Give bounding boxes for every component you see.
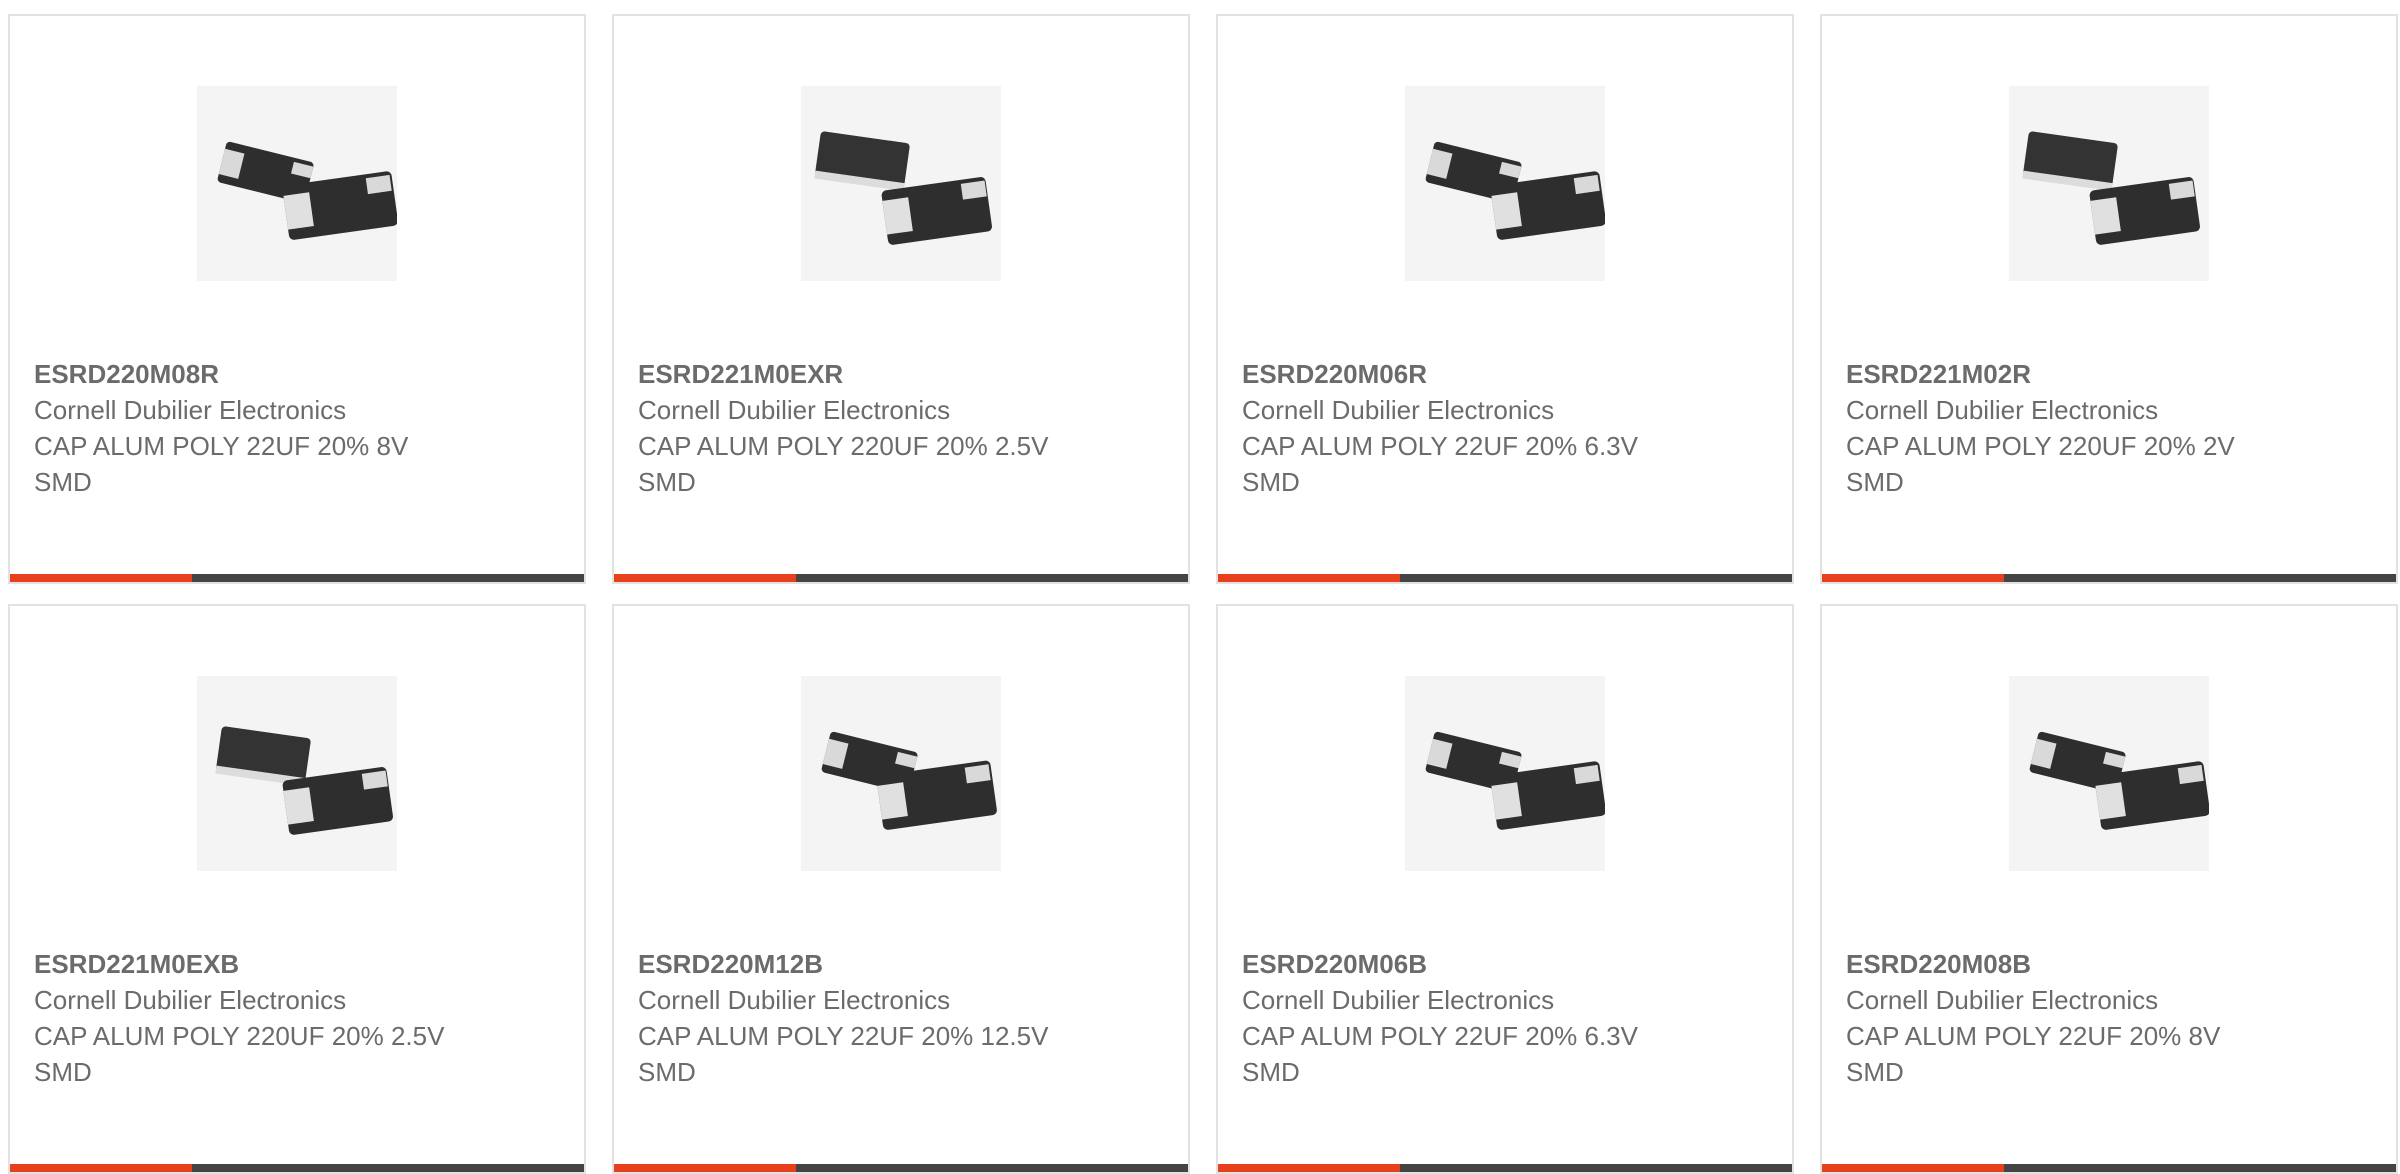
manufacturer: Cornell Dubilier Electronics: [34, 985, 347, 1015]
product-card[interactable]: ESRD221M02R Cornell Dubilier Electronics…: [1820, 14, 2398, 584]
smd-capacitor-pair-icon: [197, 86, 397, 281]
product-image[interactable]: [801, 86, 1001, 281]
card-accent: [614, 574, 796, 582]
smd-capacitor-pair-icon: [801, 676, 1001, 871]
card-accent: [1218, 1164, 1400, 1172]
smd-capacitor-pair-icon: [1405, 86, 1605, 281]
product-description: CAP ALUM POLY 22UF 20% 8V SMD: [1846, 1021, 2221, 1087]
manufacturer: Cornell Dubilier Electronics: [1846, 985, 2159, 1015]
product-description: CAP ALUM POLY 22UF 20% 12.5V SMD: [638, 1021, 1049, 1087]
part-number[interactable]: ESRD221M02R: [1846, 356, 2266, 392]
part-number[interactable]: ESRD220M08R: [34, 356, 454, 392]
product-card[interactable]: ESRD220M08B Cornell Dubilier Electronics…: [1820, 604, 2398, 1174]
part-number[interactable]: ESRD220M06R: [1242, 356, 1662, 392]
card-bottom-bar: [1822, 574, 2396, 582]
card-bottom-bar: [1218, 1164, 1792, 1172]
product-image[interactable]: [197, 676, 397, 871]
card-bottom-bar: [614, 574, 1188, 582]
manufacturer: Cornell Dubilier Electronics: [1242, 985, 1555, 1015]
smd-capacitor-pair-icon: [1405, 676, 1605, 871]
product-image[interactable]: [2009, 676, 2209, 871]
smd-capacitor-pair-icon: [801, 86, 1001, 281]
part-number[interactable]: ESRD220M08B: [1846, 946, 2266, 982]
product-description: CAP ALUM POLY 22UF 20% 6.3V SMD: [1242, 431, 1638, 497]
product-description: CAP ALUM POLY 220UF 20% 2.5V SMD: [34, 1021, 445, 1087]
smd-capacitor-pair-icon: [2009, 86, 2209, 281]
product-description: CAP ALUM POLY 22UF 20% 8V SMD: [34, 431, 409, 497]
manufacturer: Cornell Dubilier Electronics: [638, 395, 951, 425]
product-description: CAP ALUM POLY 22UF 20% 6.3V SMD: [1242, 1021, 1638, 1087]
product-image[interactable]: [197, 86, 397, 281]
card-accent: [10, 1164, 192, 1172]
product-image[interactable]: [1405, 676, 1605, 871]
product-card[interactable]: ESRD220M06B Cornell Dubilier Electronics…: [1216, 604, 1794, 1174]
manufacturer: Cornell Dubilier Electronics: [1242, 395, 1555, 425]
product-card[interactable]: ESRD220M06R Cornell Dubilier Electronics…: [1216, 14, 1794, 584]
card-bottom-bar: [1218, 574, 1792, 582]
manufacturer: Cornell Dubilier Electronics: [1846, 395, 2159, 425]
part-number[interactable]: ESRD220M12B: [638, 946, 1058, 982]
part-number[interactable]: ESRD220M06B: [1242, 946, 1662, 982]
product-description: CAP ALUM POLY 220UF 20% 2.5V SMD: [638, 431, 1049, 497]
card-accent: [10, 574, 192, 582]
product-card[interactable]: ESRD220M08R Cornell Dubilier Electronics…: [8, 14, 586, 584]
card-accent: [1218, 574, 1400, 582]
product-card[interactable]: ESRD221M0EXB Cornell Dubilier Electronic…: [8, 604, 586, 1174]
product-card[interactable]: ESRD221M0EXR Cornell Dubilier Electronic…: [612, 14, 1190, 584]
card-bottom-bar: [10, 1164, 584, 1172]
product-image[interactable]: [2009, 86, 2209, 281]
product-description: CAP ALUM POLY 220UF 20% 2V SMD: [1846, 431, 2235, 497]
card-bottom-bar: [614, 1164, 1188, 1172]
manufacturer: Cornell Dubilier Electronics: [34, 395, 347, 425]
card-accent: [614, 1164, 796, 1172]
smd-capacitor-pair-icon: [2009, 676, 2209, 871]
card-accent: [1822, 1164, 2004, 1172]
part-number[interactable]: ESRD221M0EXR: [638, 356, 1058, 392]
product-image[interactable]: [1405, 86, 1605, 281]
card-accent: [1822, 574, 2004, 582]
card-bottom-bar: [10, 574, 584, 582]
product-image[interactable]: [801, 676, 1001, 871]
manufacturer: Cornell Dubilier Electronics: [638, 985, 951, 1015]
smd-capacitor-pair-icon: [197, 676, 397, 871]
product-card[interactable]: ESRD220M12B Cornell Dubilier Electronics…: [612, 604, 1190, 1174]
card-bottom-bar: [1822, 1164, 2396, 1172]
part-number[interactable]: ESRD221M0EXB: [34, 946, 454, 982]
product-grid: ESRD220M08R Cornell Dubilier Electronics…: [8, 14, 2398, 1174]
